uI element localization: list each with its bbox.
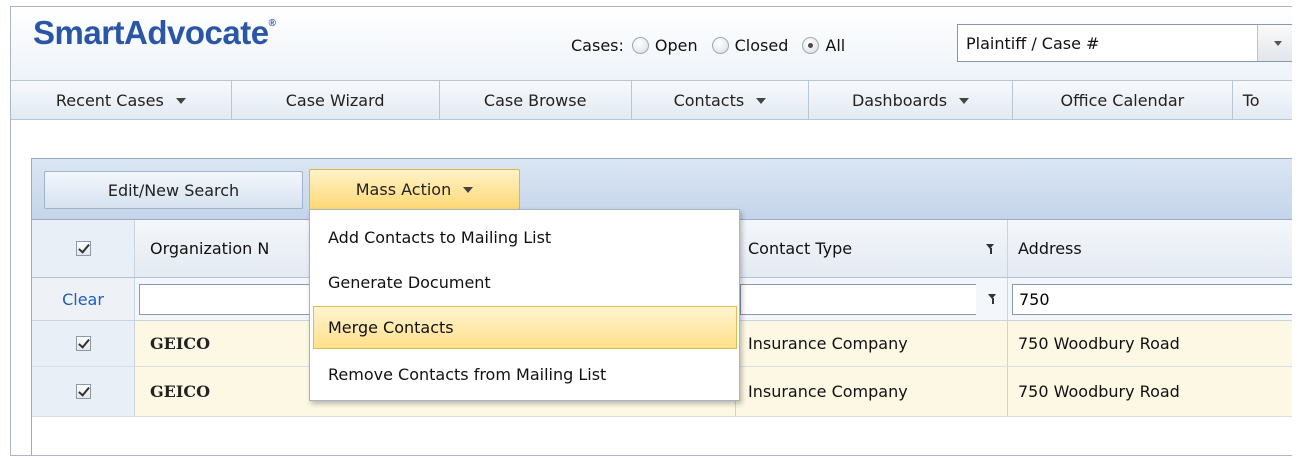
radio-open[interactable]: Open xyxy=(631,35,698,55)
mass-action-label: Mass Action xyxy=(355,180,452,199)
nav-contacts[interactable]: Contacts xyxy=(632,81,810,119)
radio-closed-icon[interactable] xyxy=(711,36,729,54)
contact-type-cell: Insurance Company xyxy=(736,321,1008,366)
row-select-cell xyxy=(32,321,135,366)
select-all-checkbox[interactable] xyxy=(75,241,91,256)
contact-type-filter-cell xyxy=(736,278,1008,320)
address-cell: 750 Woodbury Road xyxy=(1018,334,1180,353)
menu-item-merge-contacts[interactable]: Merge Contacts xyxy=(313,306,737,349)
cases-label: Cases: xyxy=(571,35,624,55)
nav-case-wizard-label: Case Wizard xyxy=(285,91,385,110)
row-checkbox[interactable] xyxy=(75,384,91,399)
address-cell: 750 Woodbury Road xyxy=(1018,382,1180,401)
main-nav: Recent Cases Case Wizard Case Browse Con… xyxy=(11,80,1292,120)
caret-down-icon xyxy=(756,97,767,104)
case-search-input[interactable] xyxy=(958,25,1258,61)
mass-action-menu: Add Contacts to Mailing List Generate Do… xyxy=(309,209,740,401)
nav-tools-label: To xyxy=(1242,91,1260,110)
nav-office-calendar[interactable]: Office Calendar xyxy=(1013,81,1233,119)
radio-closed[interactable]: Closed xyxy=(711,35,789,55)
nav-case-browse[interactable]: Case Browse xyxy=(440,81,632,119)
nav-case-wizard[interactable]: Case Wizard xyxy=(232,81,440,119)
logo-text: SmartAdvocate xyxy=(33,14,269,51)
contact-type-cell: Insurance Company xyxy=(736,367,1008,416)
address-filter-cell xyxy=(1008,278,1292,320)
filter-icon[interactable] xyxy=(988,294,997,304)
column-header-address[interactable]: Address xyxy=(1008,220,1292,277)
edit-new-search-button[interactable]: Edit/New Search xyxy=(44,171,303,209)
radio-all-label: All xyxy=(825,35,846,55)
address-filter-input[interactable] xyxy=(1012,283,1292,315)
nav-office-calendar-label: Office Calendar xyxy=(1060,91,1185,110)
column-header-contact-type-label: Contact Type xyxy=(748,239,853,258)
column-header-address-label: Address xyxy=(1018,239,1082,258)
row-checkbox[interactable] xyxy=(75,336,91,351)
caret-down-icon xyxy=(175,97,186,104)
column-header-organization-label: Organization N xyxy=(150,239,270,258)
case-status-filter: Cases: Open Closed All xyxy=(571,34,859,56)
nav-dashboards[interactable]: Dashboards xyxy=(809,81,1014,119)
case-search-dropdown-button[interactable] xyxy=(1257,25,1292,61)
nav-tools-truncated[interactable]: To xyxy=(1233,81,1292,119)
registered-mark: ® xyxy=(268,18,276,29)
caret-down-icon xyxy=(463,186,474,193)
nav-case-browse-label: Case Browse xyxy=(483,91,587,110)
menu-item-add-to-mailing-list[interactable]: Add Contacts to Mailing List xyxy=(313,216,737,259)
column-header-contact-type[interactable]: Contact Type xyxy=(736,220,1008,277)
nav-recent-cases[interactable]: Recent Cases xyxy=(11,81,232,119)
filter-icon[interactable] xyxy=(986,243,995,254)
radio-all-icon[interactable] xyxy=(802,36,820,54)
case-search-combobox[interactable] xyxy=(957,24,1292,62)
clear-filters-link[interactable]: Clear xyxy=(62,290,104,309)
radio-open-label: Open xyxy=(654,35,698,55)
nav-contacts-label: Contacts xyxy=(673,91,745,110)
nav-dashboards-label: Dashboards xyxy=(851,91,948,110)
contact-type-filter-input[interactable] xyxy=(740,283,976,315)
radio-open-icon[interactable] xyxy=(631,36,649,54)
radio-all[interactable]: All xyxy=(802,36,845,55)
chevron-down-icon xyxy=(1273,40,1282,46)
nav-recent-cases-label: Recent Cases xyxy=(55,91,164,110)
app-header: SmartAdvocate® Cases: Open Closed All xyxy=(11,7,1292,80)
smartadvocate-logo[interactable]: SmartAdvocate® xyxy=(33,14,276,52)
clear-filter-cell: Clear xyxy=(32,278,135,320)
select-all-cell xyxy=(32,220,135,277)
menu-item-remove-from-mailing-list[interactable]: Remove Contacts from Mailing List xyxy=(313,353,737,396)
radio-closed-label: Closed xyxy=(734,35,789,55)
caret-down-icon xyxy=(959,97,970,104)
mass-action-button[interactable]: Mass Action xyxy=(309,169,520,210)
row-select-cell xyxy=(32,367,135,416)
menu-item-generate-document[interactable]: Generate Document xyxy=(313,261,737,304)
